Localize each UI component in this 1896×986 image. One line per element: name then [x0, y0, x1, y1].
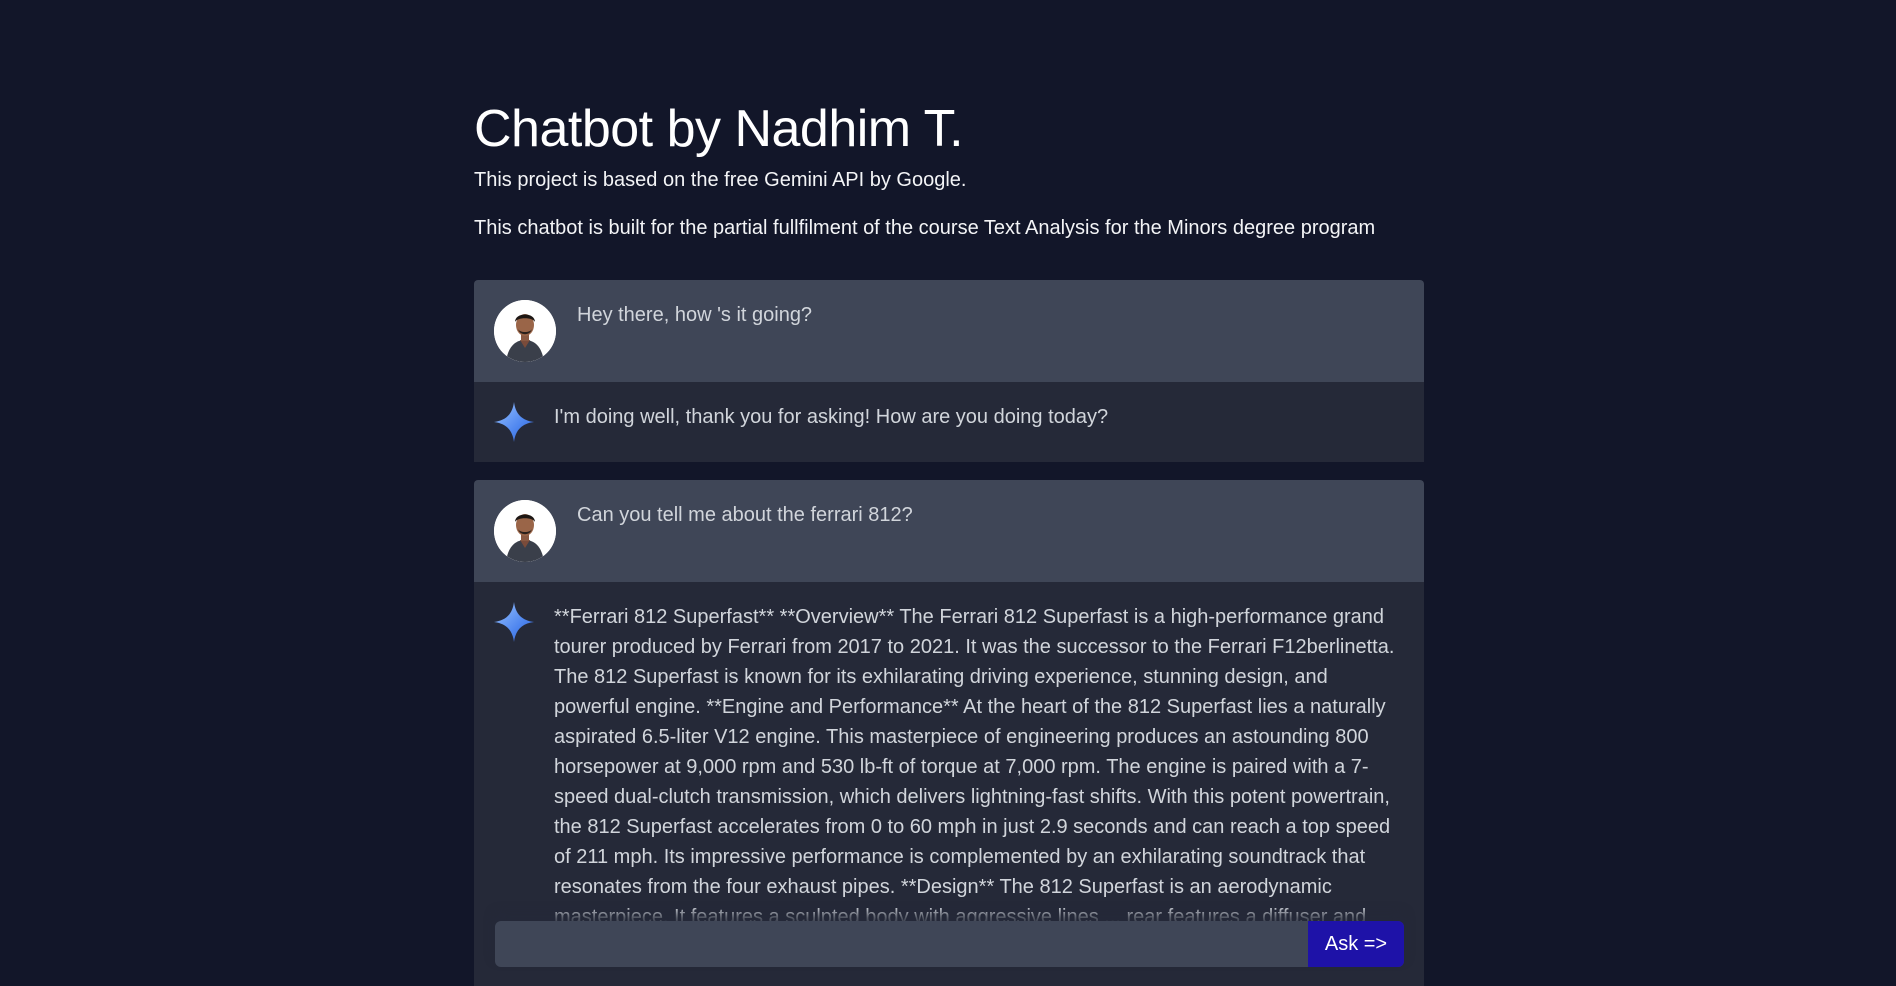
page: Chatbot by Nadhim T. This project is bas…: [0, 0, 1896, 986]
user-avatar-icon: [494, 500, 556, 562]
message-text: I'm doing well, thank you for asking! Ho…: [554, 406, 1109, 428]
ask-button[interactable]: Ask =>: [1308, 921, 1404, 967]
gemini-sparkle-icon: [492, 600, 536, 644]
user-message: Can you tell me about the ferrari 812?: [474, 480, 1424, 582]
ask-input[interactable]: [495, 921, 1308, 967]
page-subtitle: This project is based on the free Gemini…: [474, 169, 967, 191]
message-text: Can you tell me about the ferrari 812?: [577, 504, 913, 526]
page-title: Chatbot by Nadhim T.: [474, 100, 964, 158]
user-avatar: [494, 300, 556, 362]
user-avatar: [494, 500, 556, 562]
message-text: Hey there, how 's it going?: [577, 304, 813, 326]
user-message: Hey there, how 's it going?: [474, 280, 1424, 382]
user-avatar-icon: [494, 300, 556, 362]
page-description: This chatbot is built for the partial fu…: [474, 217, 1376, 239]
gemini-sparkle-icon: [492, 400, 536, 444]
message-gap: [474, 462, 1424, 480]
ask-form: Ask =>: [495, 921, 1404, 967]
bot-message: I'm doing well, thank you for asking! Ho…: [474, 382, 1424, 462]
main-content: Chatbot by Nadhim T. This project is bas…: [474, 96, 1424, 986]
message-text: **Ferrari 812 Superfast** **Overview** T…: [554, 606, 1395, 958]
chat-history[interactable]: Hey there, how 's it going? I'm doing we…: [474, 280, 1424, 986]
